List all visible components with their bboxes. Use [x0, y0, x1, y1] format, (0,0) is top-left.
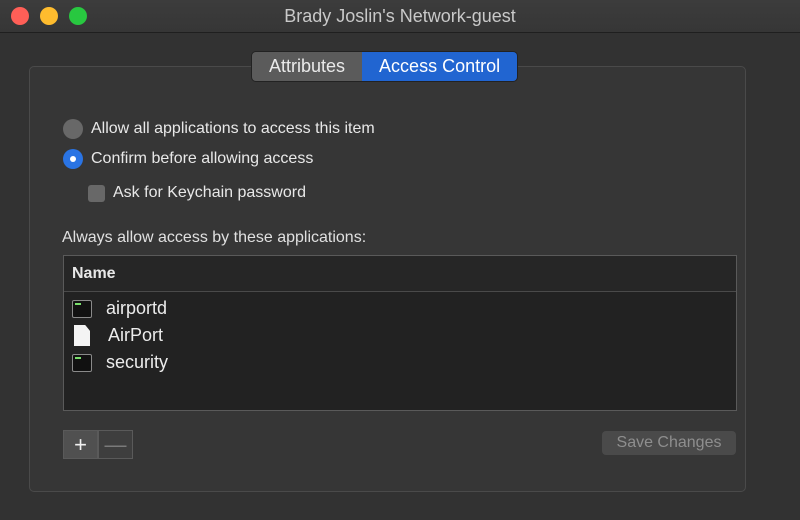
list-item[interactable]: AirPort — [64, 322, 736, 349]
tab-bar: Attributes Access Control — [251, 51, 519, 82]
confirm-label: Confirm before allowing access — [91, 150, 314, 167]
minus-icon: — — [104, 431, 127, 457]
tab-access-control[interactable]: Access Control — [362, 52, 518, 81]
remove-application-button[interactable]: — — [98, 430, 133, 459]
keychain-password-checkbox[interactable] — [88, 184, 105, 202]
save-changes-button[interactable]: Save Changes — [602, 431, 736, 455]
list-item[interactable]: airportd — [64, 295, 736, 322]
confirm-radio[interactable] — [63, 149, 83, 169]
app-name: security — [106, 352, 169, 372]
name-column-header[interactable]: Name — [64, 256, 736, 292]
document-icon — [74, 325, 90, 346]
terminal-icon — [72, 299, 92, 318]
keychain-password-label: Ask for Keychain password — [113, 184, 306, 201]
apps-section-label: Always allow access by these application… — [62, 229, 367, 246]
window-title: Brady Joslin's Network-guest — [284, 6, 516, 26]
add-application-button[interactable]: + — [63, 430, 98, 459]
title-bar: Brady Joslin's Network-guest — [0, 0, 800, 33]
app-name: AirPort — [108, 325, 164, 345]
list-item[interactable]: security — [64, 349, 736, 376]
tab-attributes[interactable]: Attributes — [252, 52, 363, 81]
allow-all-label: Allow all applications to access this it… — [91, 120, 375, 137]
keychain-password-option[interactable]: Ask for Keychain password — [88, 184, 306, 202]
keychain-item-window: Brady Joslin's Network-guest Attributes … — [0, 0, 800, 520]
plus-icon: + — [74, 431, 87, 457]
confirm-option[interactable]: Confirm before allowing access — [63, 149, 313, 169]
applications-list: airportd AirPort security — [64, 292, 736, 376]
allow-all-option[interactable]: Allow all applications to access this it… — [63, 119, 375, 139]
allow-all-radio[interactable] — [63, 119, 83, 139]
terminal-icon — [72, 353, 92, 372]
applications-table[interactable]: Name airportd AirPort security — [63, 255, 737, 411]
app-name: airportd — [106, 298, 168, 318]
